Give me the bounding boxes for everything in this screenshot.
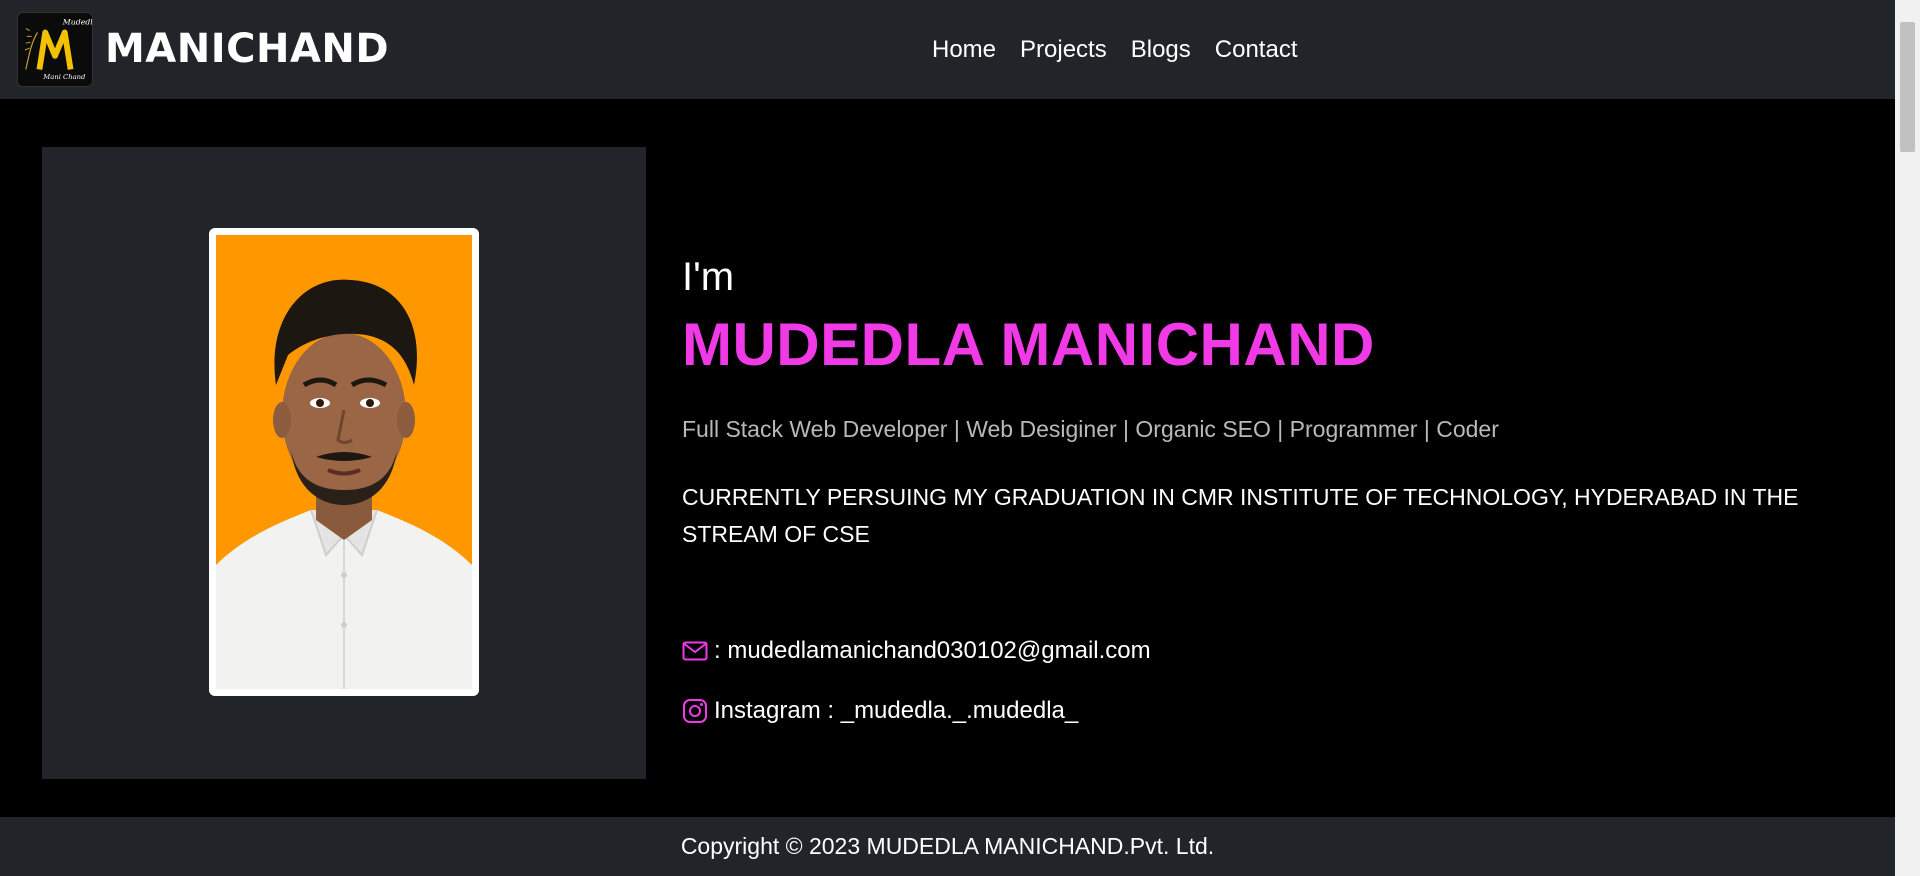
- contact-email-row[interactable]: : mudedlamanichand030102@gmail.com: [682, 637, 1151, 665]
- hero-roles: Full Stack Web Developer | Web Desiginer…: [682, 416, 1499, 442]
- footer-copyright: Copyright © 2023 MUDEDLA MANICHAND.Pvt. …: [680, 833, 1215, 859]
- contact-instagram[interactable]: Instagram : _mudedla._.mudedla_: [714, 697, 1078, 725]
- brand-logo[interactable]: Mudedla Mani Chand: [17, 12, 93, 87]
- contact-email[interactable]: : mudedlamanichand030102@gmail.com: [714, 637, 1151, 665]
- footer: Copyright © 2023 MUDEDLA MANICHAND.Pvt. …: [0, 817, 1895, 876]
- intro-greeting: I'm: [682, 255, 735, 299]
- profile-photo-panel: [42, 147, 646, 779]
- profile-photo-frame: [209, 228, 479, 696]
- brand-name[interactable]: MANICHAND: [105, 26, 389, 72]
- logo-text-top: Mudedla: [62, 18, 92, 27]
- main-nav: Home Projects Blogs Contact: [932, 36, 1298, 64]
- logo-text-bottom: Mani Chand: [42, 73, 86, 81]
- nav-link-home[interactable]: Home: [932, 36, 996, 64]
- vertical-scrollbar[interactable]: [1895, 0, 1920, 876]
- scrollbar-thumb[interactable]: [1900, 22, 1915, 152]
- nav-link-blogs[interactable]: Blogs: [1131, 36, 1191, 64]
- nav-link-projects[interactable]: Projects: [1020, 36, 1107, 64]
- instagram-icon: [683, 699, 707, 723]
- contact-instagram-row[interactable]: Instagram : _mudedla._.mudedla_: [682, 697, 1078, 725]
- hero-name: MUDEDLA MANICHAND: [682, 311, 1375, 378]
- hero-education: CURRENTLY PERSUING MY GRADUATION IN CMR …: [682, 484, 1799, 547]
- page: Mudedla Mani Chand MANICHAND Home Projec…: [0, 0, 1895, 876]
- navbar: Mudedla Mani Chand MANICHAND Home Projec…: [0, 0, 1895, 99]
- intro-section: I'm MUDEDLA MANICHAND Full Stack Web Dev…: [682, 255, 1822, 553]
- envelope-icon: [682, 641, 708, 661]
- portrait-illustration: [216, 235, 472, 689]
- logo-image: Mudedla Mani Chand: [18, 13, 92, 86]
- nav-link-contact[interactable]: Contact: [1215, 36, 1298, 64]
- profile-photo: [216, 235, 472, 689]
